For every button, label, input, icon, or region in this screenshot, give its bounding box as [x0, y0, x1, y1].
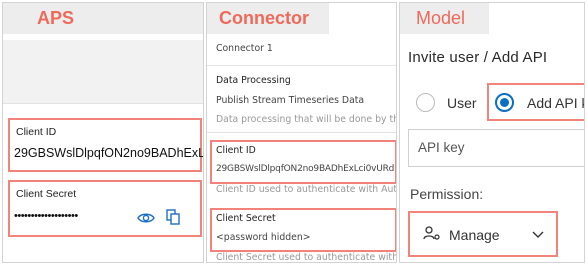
- aps-header-bar: [3, 40, 203, 104]
- model-tag: Model: [400, 3, 490, 34]
- eye-icon[interactable]: [137, 211, 155, 225]
- client-secret-label: Client Secret: [16, 188, 77, 200]
- client-secret-help: Client Secret used to authenticate with …: [216, 252, 397, 263]
- client-secret-value[interactable]: <password hidden>: [216, 232, 311, 243]
- data-processing-help: Data processing that will be done by the: [216, 114, 397, 125]
- client-id-label: Client ID: [216, 145, 256, 156]
- permission-label: Permission:: [410, 186, 484, 202]
- copy-icon[interactable]: [166, 209, 180, 225]
- client-id-value[interactable]: 29GBSWslDlpqfON2no9BADhExLci0vURd: [216, 164, 394, 174]
- data-processing-value[interactable]: Publish Stream Timeseries Data: [216, 95, 364, 106]
- radio-add-api-key-label: Add API k: [527, 95, 585, 111]
- radio-add-api-key[interactable]: [495, 93, 514, 112]
- model-panel: Model Invite user / Add API User Add API…: [399, 2, 585, 263]
- connector-tag: Connector: [207, 3, 329, 34]
- client-id-help: Client ID used to authenticate with Auto…: [216, 184, 397, 195]
- aps-panel: APS Client ID 29GBSWslDlpqfON2no9BADhExL…: [2, 2, 204, 263]
- client-secret-label: Client Secret: [216, 213, 276, 224]
- divider: [207, 132, 396, 133]
- data-processing-label: Data Processing: [216, 75, 291, 86]
- radio-user-label: User: [447, 95, 477, 111]
- client-id-value[interactable]: 29GBSWslDlpqfON2no9BADhExLci: [14, 146, 203, 160]
- client-id-label: Client ID: [16, 126, 57, 138]
- client-secret-value[interactable]: •••••••••••••••••••: [14, 210, 78, 222]
- divider: [207, 65, 396, 66]
- aps-tag: APS: [3, 3, 203, 34]
- radio-user[interactable]: [416, 93, 435, 112]
- user-settings-icon: [423, 225, 441, 241]
- api-key-placeholder: API key: [418, 140, 465, 155]
- connector-panel: Connector Connector 1 Data Processing Pu…: [206, 2, 397, 263]
- chevron-down-icon[interactable]: [532, 231, 544, 239]
- permission-value: Manage: [449, 227, 500, 243]
- dialog-title: Invite user / Add API: [408, 49, 548, 66]
- connector-name: Connector 1: [216, 43, 273, 54]
